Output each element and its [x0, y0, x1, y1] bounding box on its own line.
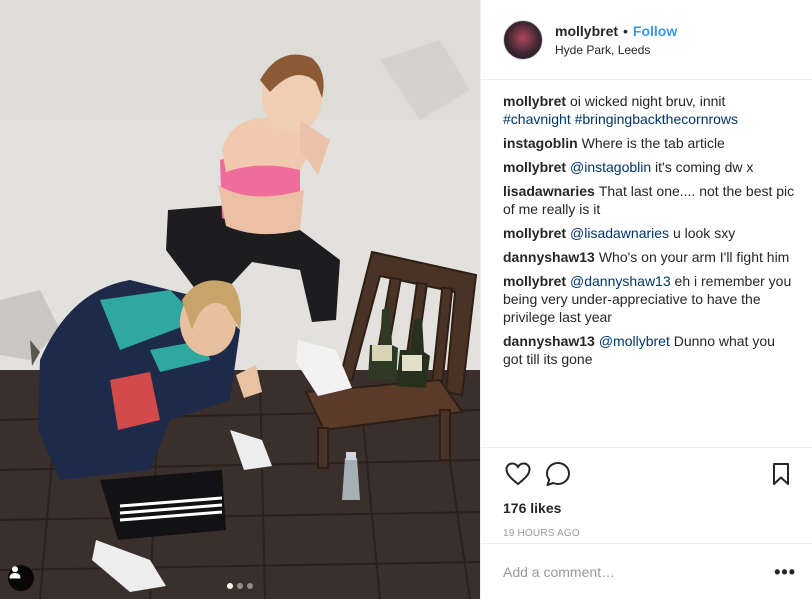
header-text: mollybret • Follow Hyde Park, Leeds: [555, 23, 677, 57]
comment-text: oi wicked night bruv, innit: [570, 93, 726, 109]
comment-item: mollybret @instagoblin it's coming dw x: [503, 158, 796, 176]
comment-text: u look sxy: [669, 225, 736, 241]
more-options-button[interactable]: •••: [774, 563, 796, 581]
post-photo[interactable]: [0, 0, 480, 599]
comment-author-link[interactable]: mollybret: [503, 273, 566, 289]
add-comment-bar: Add a comment… •••: [481, 543, 812, 599]
comment-author-link[interactable]: mollybret: [503, 93, 566, 109]
bookmark-icon: [773, 463, 789, 485]
comment-item: mollybret @lisadawnaries u look sxy: [503, 224, 796, 242]
comments-list: mollybret oi wicked night bruv, innit #ch…: [481, 80, 812, 447]
comment-author-link[interactable]: dannyshaw13: [503, 249, 595, 265]
post-header: mollybret • Follow Hyde Park, Leeds: [481, 0, 812, 80]
photo-illustration: [0, 0, 480, 599]
comment-item: lisadawnaries That last one.... not the b…: [503, 182, 796, 218]
comment-item: mollybret oi wicked night bruv, innit #ch…: [503, 92, 796, 128]
location-link[interactable]: Hyde Park, Leeds: [555, 43, 677, 57]
comment-item: mollybret @dannyshaw13 eh i remember you …: [503, 272, 796, 326]
like-button[interactable]: [503, 459, 533, 489]
comment-bubble-icon: [546, 462, 570, 486]
carousel-dot[interactable]: [247, 583, 253, 589]
mention-link[interactable]: @mollybret: [599, 333, 670, 349]
carousel-dot[interactable]: [227, 583, 233, 589]
person-tag-icon: [9, 566, 21, 579]
mention-link[interactable]: @dannyshaw13: [570, 273, 671, 289]
comment-item: dannyshaw13 Who's on your arm I'll fight …: [503, 248, 796, 266]
comment-author-link[interactable]: mollybret: [503, 159, 566, 175]
comment-button[interactable]: [543, 459, 573, 489]
comment-item: instagoblin Where is the tab article: [503, 134, 796, 152]
header-separator: •: [623, 22, 628, 39]
post-side-panel: mollybret • Follow Hyde Park, Leeds moll…: [480, 0, 812, 599]
post-timestamp[interactable]: 19 HOURS AGO: [503, 528, 796, 539]
comment-item: dannyshaw13 @mollybret Dunno what you got…: [503, 332, 796, 368]
carousel-dot[interactable]: [237, 583, 243, 589]
carousel-indicator: [0, 583, 480, 589]
hashtag-link[interactable]: #chavnight: [503, 111, 571, 127]
comment-author-link[interactable]: mollybret: [503, 225, 566, 241]
avatar[interactable]: [503, 19, 543, 60]
header-top-row: mollybret • Follow: [555, 23, 677, 39]
username-link[interactable]: mollybret: [555, 23, 618, 39]
instagram-post: mollybret • Follow Hyde Park, Leeds moll…: [0, 0, 812, 599]
comment-text: Where is the tab article: [581, 135, 725, 151]
comment-author-link[interactable]: instagoblin: [503, 135, 578, 151]
mention-link[interactable]: @instagoblin: [570, 159, 651, 175]
save-button[interactable]: [766, 459, 796, 489]
comment-author-link[interactable]: dannyshaw13: [503, 333, 595, 349]
post-actions: 176 likes 19 HOURS AGO: [481, 447, 812, 543]
comment-author-link[interactable]: lisadawnaries: [503, 183, 595, 199]
action-icon-row: [503, 456, 796, 492]
follow-button[interactable]: Follow: [633, 23, 677, 39]
add-comment-input[interactable]: Add a comment…: [503, 564, 774, 580]
comment-text: Who's on your arm I'll fight him: [598, 249, 790, 265]
comment-text: it's coming dw x: [651, 159, 754, 175]
mention-link[interactable]: @lisadawnaries: [570, 225, 669, 241]
likes-count[interactable]: 176 likes: [503, 500, 796, 516]
heart-icon: [505, 462, 531, 486]
hashtag-link[interactable]: #bringingbackthecornrows: [575, 111, 738, 127]
